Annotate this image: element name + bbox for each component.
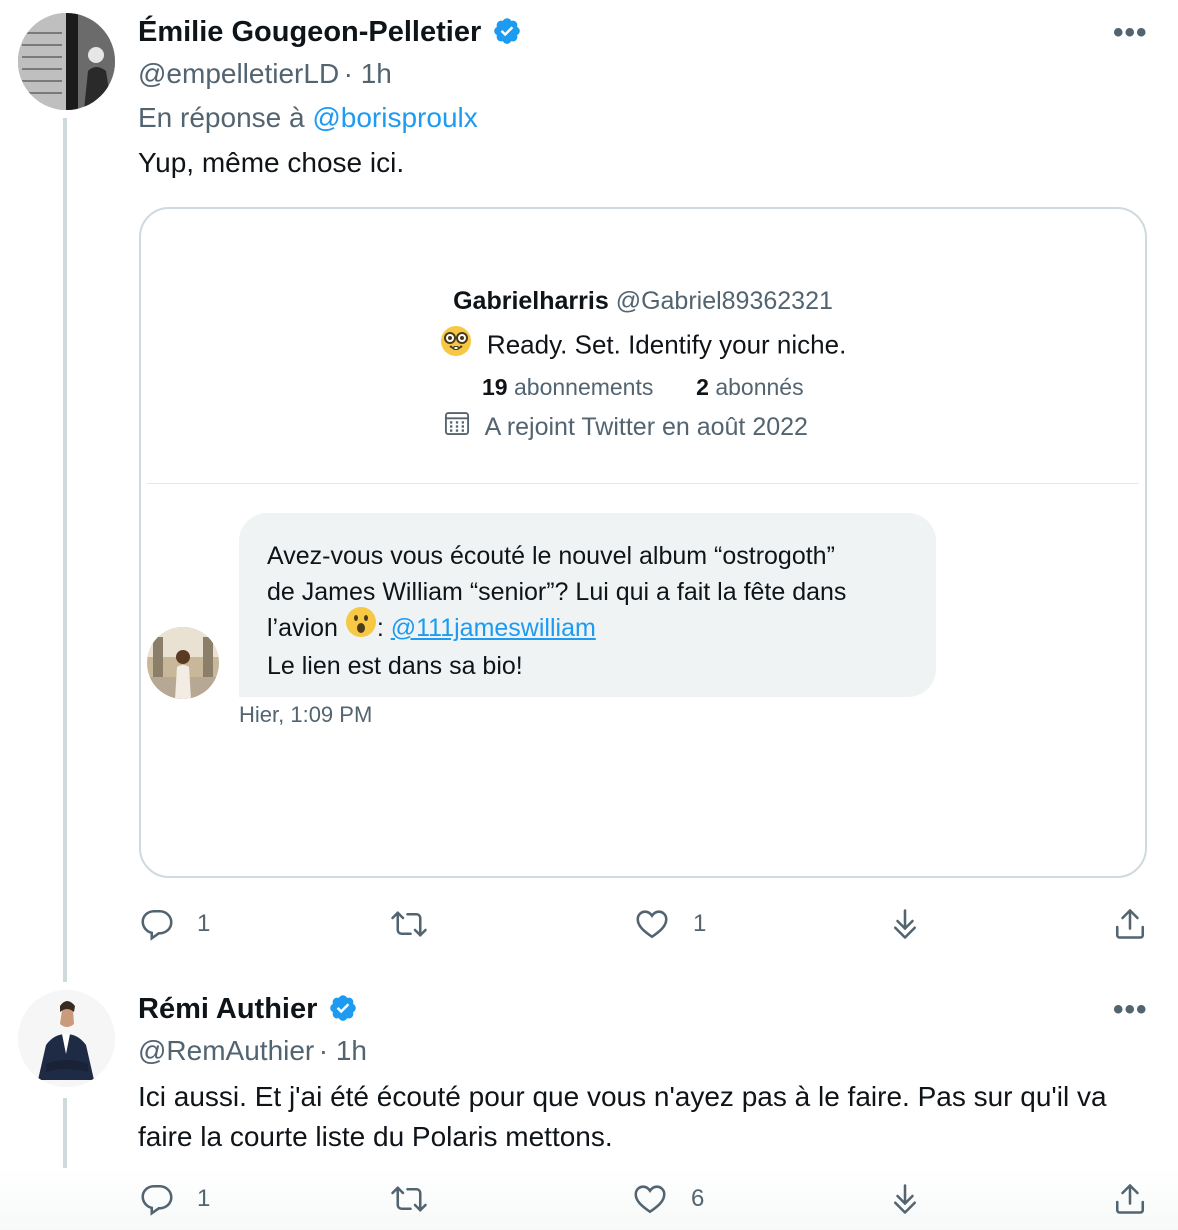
tweet-2-handle-row: @RemAuthier · 1h <box>138 1035 367 1067</box>
tweet-1-text: Yup, même chose ici. <box>138 147 405 178</box>
share-button[interactable] <box>1112 1181 1148 1217</box>
share-icon <box>1112 906 1148 942</box>
avatar[interactable] <box>18 990 115 1087</box>
retweet-button[interactable] <box>389 906 451 942</box>
author-handle[interactable]: @RemAuthier <box>138 1035 314 1066</box>
more-icon[interactable]: ••• <box>1113 16 1148 50</box>
tweet-time[interactable]: · 1h <box>319 1035 367 1066</box>
avatar[interactable] <box>18 13 115 110</box>
dm-line-3: l’avion : @111jameswilliam <box>267 607 908 649</box>
profile-name: Gabrielharris <box>453 287 609 315</box>
dm-line-2: de James William “senior”? Lui qui a fai… <box>267 577 847 606</box>
surprised-face-emoji <box>345 606 377 649</box>
share-button[interactable] <box>1112 906 1148 942</box>
reply-button[interactable]: 1 <box>139 906 210 942</box>
verified-badge-icon <box>492 16 522 51</box>
more-icon[interactable]: ••• <box>1113 993 1148 1027</box>
thread-line-top <box>63 118 67 982</box>
tweet-1-handle-row: @empelletierLD · 1h <box>138 58 392 90</box>
download-icon <box>887 1181 923 1217</box>
reply-count: 1 <box>197 1185 211 1212</box>
reply-count: 1 <box>197 910 211 937</box>
profile-stats: 19 abonnements 2 abonnés <box>482 374 804 401</box>
retweet-icon <box>389 906 429 942</box>
like-icon <box>631 1181 669 1217</box>
dm-message-bubble: Avez-vous vous écouté le nouvel album “o… <box>239 513 936 697</box>
card-divider <box>147 483 1139 484</box>
reply-to-link[interactable]: @borisproulx <box>312 102 477 133</box>
profile-bio-row: Ready. Set. Identify your niche. <box>141 326 1145 364</box>
like-count: 1 <box>693 910 707 937</box>
retweet-button[interactable] <box>389 1181 451 1217</box>
reply-button[interactable]: 1 <box>139 1181 210 1217</box>
dm-line-3-text: l’avion <box>267 613 338 642</box>
dm-line-4: Le lien est dans sa bio! <box>267 651 523 680</box>
download-button[interactable] <box>887 1181 923 1217</box>
reply-prefix: En réponse à <box>138 102 305 133</box>
followers-count: 2 <box>696 374 709 400</box>
download-button[interactable] <box>887 906 923 942</box>
share-icon <box>1112 1181 1148 1217</box>
calendar-icon <box>443 409 471 444</box>
reply-context: En réponse à @borisproulx <box>138 102 478 134</box>
like-button[interactable]: 6 <box>631 1181 704 1217</box>
embedded-image-card[interactable]: Gabrielharris @Gabriel89362321 Ready. Se… <box>139 207 1147 878</box>
following-label: abonnements <box>513 374 654 400</box>
dm-separator: : <box>376 613 384 642</box>
download-icon <box>887 906 923 942</box>
author-handle[interactable]: @empelletierLD <box>138 58 339 89</box>
author-name[interactable]: Émilie Gougeon-Pelletier <box>138 16 481 48</box>
joined-row: A rejoint Twitter en août 2022 <box>443 412 808 444</box>
tweet-2-text: Ici aussi. Et j'ai été écouté pour que v… <box>138 1081 1107 1152</box>
like-button[interactable]: 1 <box>633 906 706 942</box>
followers-label: abonnés <box>715 374 804 400</box>
verified-badge-icon <box>328 993 358 1028</box>
dm-mention-link[interactable]: @111jameswilliam <box>391 614 596 642</box>
joined-date: A rejoint Twitter en août 2022 <box>484 413 808 442</box>
reply-icon <box>139 1181 175 1217</box>
tweet-2-header: Rémi Authier <box>138 993 358 1033</box>
nerd-face-emoji <box>440 325 472 364</box>
tweet-time[interactable]: · 1h <box>344 58 392 89</box>
like-icon <box>633 906 671 942</box>
profile-name-row: Gabrielharris @Gabriel89362321 <box>141 287 1145 316</box>
retweet-icon <box>389 1181 429 1217</box>
dm-sender-avatar <box>147 627 219 699</box>
dm-timestamp: Hier, 1:09 PM <box>239 702 373 727</box>
author-name[interactable]: Rémi Authier <box>138 993 317 1025</box>
tweet-1-header: Émilie Gougeon-Pelletier <box>138 16 522 56</box>
following-count: 19 <box>482 374 508 400</box>
reply-icon <box>139 906 175 942</box>
profile-bio: Ready. Set. Identify your niche. <box>486 329 847 360</box>
like-count: 6 <box>691 1185 705 1212</box>
dm-line-1: Avez-vous vous écouté le nouvel album “o… <box>267 542 835 570</box>
profile-handle: @Gabriel89362321 <box>615 287 833 315</box>
